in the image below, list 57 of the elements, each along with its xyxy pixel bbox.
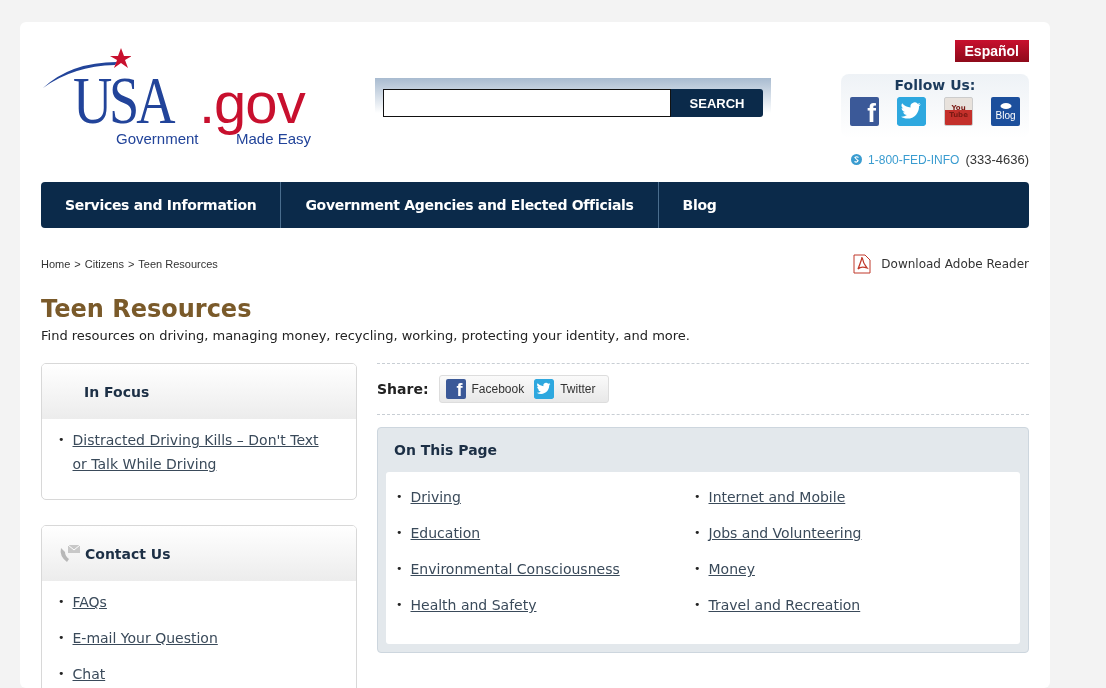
phone-icon <box>851 154 863 165</box>
sidebar-link[interactable]: E-mail Your Question <box>72 626 218 650</box>
language-link[interactable]: Español <box>954 40 1029 62</box>
topic-link[interactable]: Jobs and Volunteering <box>708 518 862 554</box>
topic-link[interactable]: Health and Safety <box>410 590 537 626</box>
breadcrumb-link[interactable]: Citizens <box>84 258 124 270</box>
phone-envelope-icon <box>59 543 81 564</box>
bullet: • <box>694 525 701 541</box>
bullet: • <box>396 525 403 541</box>
panel-title: On This Page <box>393 441 499 460</box>
download-link[interactable]: Download Adobe Reader <box>881 257 1029 271</box>
breadcrumb-link[interactable]: Teen Resources <box>138 258 218 270</box>
topic-link[interactable]: Travel and Recreation <box>708 590 861 626</box>
topic-link[interactable]: Money <box>708 554 755 590</box>
usa-gov-logo[interactable]: USA .gov Government Made Easy <box>41 48 321 148</box>
bullet: • <box>694 561 701 577</box>
box-title: In Focus <box>84 383 150 400</box>
bullet: • <box>396 597 403 613</box>
page-title: Teen Resources <box>41 294 253 324</box>
blog-icon[interactable]: Blog <box>991 97 1020 126</box>
share-link[interactable]: Facebook <box>471 382 525 396</box>
logo-tagline: Government <box>116 130 199 147</box>
twitter-icon[interactable] <box>897 97 926 126</box>
search-field[interactable] <box>383 89 671 117</box>
logo-text: USA <box>73 74 173 128</box>
nav-link[interactable]: Blog <box>658 182 741 228</box>
bullet: • <box>58 594 65 610</box>
bullet: • <box>396 489 403 505</box>
box-title: Contact Us <box>85 545 171 562</box>
share-label: Share: <box>377 381 429 397</box>
topic-link[interactable]: Education <box>410 518 481 554</box>
facebook-icon[interactable]: f <box>445 379 466 399</box>
sidebar-link[interactable]: FAQs <box>72 590 107 614</box>
page-description: Find resources on driving, managing money, recycling, working, protecting your identity, and more. <box>41 327 691 345</box>
nav-link[interactable]: Services and Information <box>41 182 282 228</box>
bullet: • <box>694 597 701 613</box>
bullet: • <box>694 489 701 505</box>
bullet: • <box>396 561 403 577</box>
topic-link[interactable]: Driving <box>410 482 461 518</box>
search-button[interactable]: SEARCH <box>671 89 763 117</box>
topic-link[interactable]: Internet and Mobile <box>708 482 846 518</box>
topic-link[interactable]: Environmental Consciousness <box>410 554 620 590</box>
sidebar-link[interactable]: Chat <box>72 662 106 686</box>
bullet: • <box>58 666 65 682</box>
facebook-icon[interactable]: f <box>850 97 879 126</box>
follow-title: Follow Us: <box>894 77 976 93</box>
pdf-icon <box>853 254 872 274</box>
breadcrumb-link[interactable]: Home <box>41 258 71 270</box>
breadcrumb-separator: > <box>74 258 81 270</box>
nav-link[interactable]: Government Agencies and Elected Officials <box>281 182 659 228</box>
phone-number: (333-4636) <box>965 152 1029 167</box>
breadcrumb-separator: > <box>127 258 135 270</box>
sidebar-link[interactable]: Distracted Driving Kills – Don't Text or Talk While Driving <box>72 428 336 476</box>
bullet: • <box>58 432 65 448</box>
bullet: • <box>58 630 65 646</box>
twitter-icon[interactable] <box>534 379 555 399</box>
share-link[interactable]: Twitter <box>560 382 596 396</box>
